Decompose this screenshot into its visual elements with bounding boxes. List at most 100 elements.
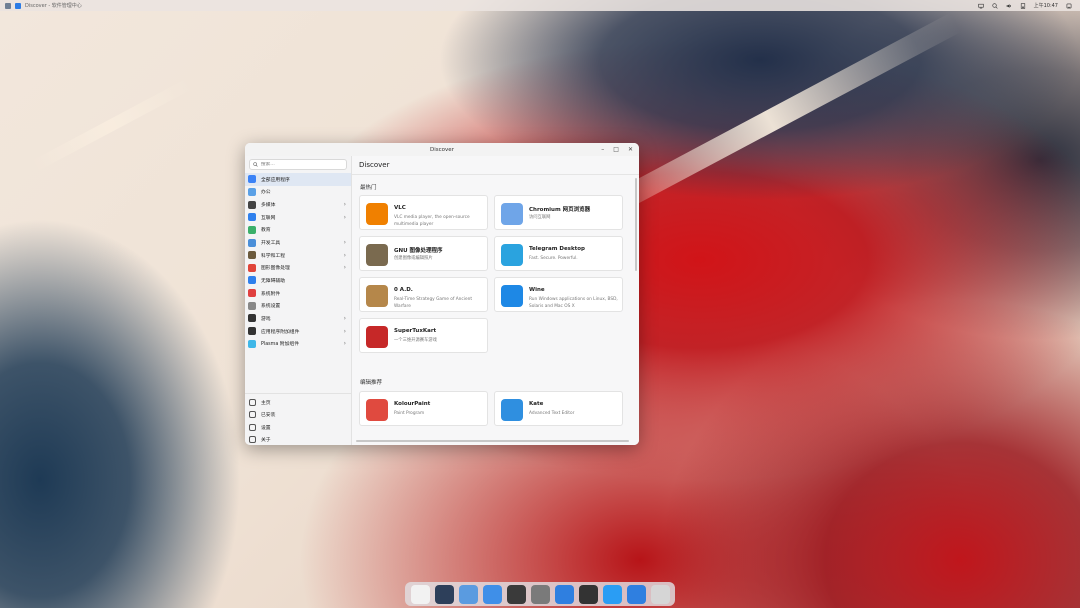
sidebar-item-label: 应用程序附加组件: [261, 329, 300, 335]
sidebar-item-label: 图形图像处理: [261, 266, 290, 272]
bottom-nav-item[interactable]: 设置: [245, 421, 351, 434]
app-name: Telegram Desktop: [529, 246, 585, 252]
games-icon: [248, 314, 256, 323]
editor-section-title: 编辑推荐: [360, 380, 383, 386]
discover-window: Discover – □ ✕ 全部应用程序办公多媒体›互联网›教育开发工具›科学…: [245, 143, 639, 445]
sidebar-item[interactable]: 全部应用程序: [245, 173, 351, 186]
app-description: Advanced Text Editor: [529, 411, 575, 416]
sidebar-item[interactable]: 系统附件: [245, 287, 351, 300]
education-icon: [248, 225, 256, 234]
search-icon: [253, 162, 258, 167]
installed-icon: [249, 411, 256, 419]
search-field[interactable]: [249, 159, 347, 170]
plasma-icon: [248, 339, 256, 348]
clock[interactable]: 上午10:47: [1034, 2, 1058, 9]
sidebar-item[interactable]: 系统设置: [245, 299, 351, 312]
window-titlebar[interactable]: Discover – □ ✕: [245, 143, 639, 157]
app-card[interactable]: 0 A.D. Real-Time Strategy Game of Ancient…: [359, 277, 488, 312]
sidebar-item[interactable]: 互联网 ›: [245, 211, 351, 224]
screenshot-icon[interactable]: [578, 584, 598, 604]
popular-section-title: 最热门: [360, 185, 377, 191]
sidebar-item[interactable]: 教育: [245, 224, 351, 237]
maximize-button[interactable]: □: [613, 146, 619, 153]
sidebar-item-label: 教育: [261, 228, 271, 234]
minimize-button[interactable]: –: [601, 146, 604, 153]
app-card[interactable]: Wine Run Windows applications on Linux, B…: [494, 277, 623, 312]
sidebar-item[interactable]: 多媒体 ›: [245, 198, 351, 211]
download-icon[interactable]: [626, 584, 646, 604]
sidebar-item[interactable]: 无障碍辅助: [245, 274, 351, 287]
settings-gear-icon: [249, 423, 256, 431]
app-card[interactable]: SuperTuxKart 一个三维开源赛车游戏: [359, 318, 488, 353]
terminal-icon[interactable]: [506, 584, 526, 604]
sidebar-item-label: 游戏: [261, 316, 271, 322]
multimedia-icon: [248, 200, 256, 209]
volume-icon[interactable]: [1006, 3, 1012, 9]
chevron-right-icon: ›: [343, 251, 346, 259]
vlc-icon: [366, 203, 388, 225]
app-card[interactable]: VLC VLC media player, the open-source mul…: [359, 195, 488, 230]
chevron-right-icon: ›: [343, 239, 346, 247]
sidebar-item-label: 开发工具: [261, 241, 281, 247]
browser-icon[interactable]: [458, 584, 478, 604]
sidebar-item[interactable]: 应用程序附加组件 ›: [245, 325, 351, 338]
app-name: VLC: [394, 205, 406, 211]
wallpaper-highlight-2: [27, 78, 193, 174]
all-apps-icon: [248, 175, 256, 184]
main-content: Discover 最热门 VLC VLC media player, the op…: [352, 156, 639, 445]
launcher-icon[interactable]: [410, 584, 430, 604]
sidebar-item[interactable]: 开发工具 ›: [245, 236, 351, 249]
sidebar-item[interactable]: 游戏 ›: [245, 312, 351, 325]
notification-icon[interactable]: [1066, 3, 1072, 9]
app-card[interactable]: GNU 图像处理程序 创建图像或编辑照片: [359, 236, 488, 271]
network-icon[interactable]: [1020, 2, 1026, 9]
sidebar-item[interactable]: 图形图像处理 ›: [245, 261, 351, 274]
sidebar-item[interactable]: Plasma 附加组件 ›: [245, 337, 351, 350]
sidebar-item[interactable]: 科学和工程 ›: [245, 249, 351, 262]
close-button[interactable]: ✕: [628, 146, 633, 153]
kate-icon: [501, 399, 523, 421]
sidebar-item[interactable]: 办公: [245, 186, 351, 199]
bottom-nav-label: 设置: [261, 425, 271, 431]
gimp-icon: [366, 244, 388, 266]
telegram-icon: [501, 244, 523, 266]
horizontal-scrollbar[interactable]: [356, 440, 629, 442]
graphics-icon: [248, 263, 256, 272]
bottom-nav-label: 主页: [261, 400, 271, 406]
window-title: Discover: [430, 146, 454, 153]
accessibility-icon: [248, 276, 256, 285]
science-icon: [248, 251, 256, 260]
bottom-navigation: 主页已安装设置关于更新(U) (131)!: [245, 393, 351, 445]
bottom-nav-item[interactable]: 已安装: [245, 409, 351, 422]
app-description: 访问互联网: [529, 215, 551, 220]
settings-app-icon[interactable]: [530, 584, 550, 604]
chevron-right-icon: ›: [343, 264, 346, 272]
app-card[interactable]: Kate Advanced Text Editor: [494, 391, 623, 426]
sidebar-item-label: 科学和工程: [261, 253, 285, 259]
search-icon[interactable]: [991, 2, 998, 9]
multitask-icon[interactable]: [434, 584, 454, 604]
bottom-nav-item[interactable]: 主页: [245, 396, 351, 409]
app-name: GNU 图像处理程序: [394, 248, 443, 254]
vertical-scrollbar[interactable]: [635, 178, 637, 271]
finder-icon[interactable]: [602, 584, 622, 604]
store-icon[interactable]: [554, 584, 574, 604]
app-card[interactable]: Telegram Desktop Fast. Secure. Powerful.: [494, 236, 623, 271]
search-input[interactable]: [261, 162, 341, 167]
internet-icon: [248, 213, 256, 222]
sidebar-item-label: Plasma 附加组件: [261, 342, 299, 348]
app-description: Fast. Secure. Powerful.: [529, 256, 578, 261]
app-card[interactable]: KolourPaint Paint Program: [359, 391, 488, 426]
trash-icon[interactable]: [650, 584, 670, 604]
app-name: Wine: [529, 287, 545, 293]
files-icon[interactable]: [482, 584, 502, 604]
app-description: 一个三维开源赛车游戏: [394, 338, 437, 343]
top-panel: Discover - 软件管理中心 上午10:47: [0, 0, 1080, 11]
chevron-right-icon: ›: [343, 201, 346, 209]
app-description: 创建图像或编辑照片: [394, 256, 433, 261]
display-icon[interactable]: [977, 3, 984, 9]
multitask-view-icon[interactable]: [5, 2, 11, 9]
dock: [405, 582, 675, 606]
bottom-nav-item[interactable]: 关于: [245, 434, 351, 446]
app-card[interactable]: Chromium 网页浏览器 访问互联网: [494, 195, 623, 230]
